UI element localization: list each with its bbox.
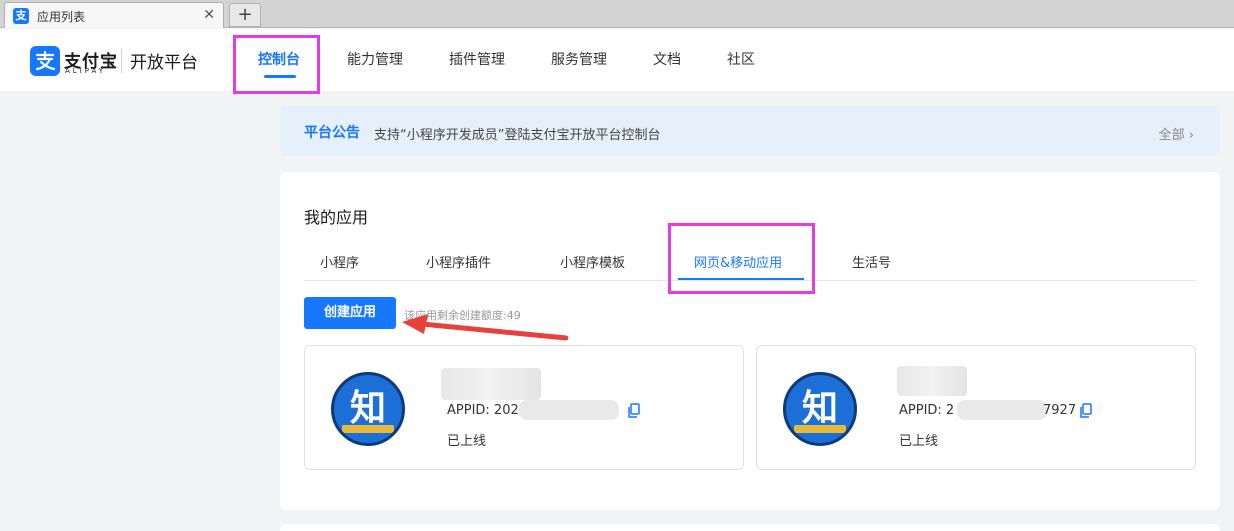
notice-title: 平台公告 <box>304 125 360 141</box>
nav-docs[interactable]: 文档 <box>653 49 681 69</box>
redacted-app-name <box>441 368 541 400</box>
app-logo-icon: 知 <box>783 372 857 446</box>
appid-label: APPID: 202 <box>447 403 519 418</box>
next-section-card <box>280 524 1220 531</box>
browser-tab[interactable]: 支 应用列表 ✕ <box>4 2 224 28</box>
tab-mini-program-plugin[interactable]: 小程序插件 <box>426 252 491 271</box>
alipay-favicon-icon: 支 <box>13 8 29 24</box>
browser-tab-title: 应用列表 <box>37 10 86 24</box>
red-arrow-annotation <box>402 314 568 341</box>
redacted-app-name <box>897 366 967 396</box>
app-logo-icon: 知 <box>331 372 405 446</box>
close-tab-icon[interactable]: ✕ <box>203 7 215 23</box>
appid-suffix: 7927 <box>1043 403 1077 418</box>
nav-service-management[interactable]: 服务管理 <box>551 49 607 69</box>
redacted-appid <box>519 400 619 420</box>
app-status: 已上线 <box>447 434 487 449</box>
platform-notice-bar: 平台公告 支持“小程序开发成员”登陆支付宝开放平台控制台 全部 › <box>280 106 1220 156</box>
nav-community[interactable]: 社区 <box>727 49 755 69</box>
tab-mini-program[interactable]: 小程序 <box>320 252 359 271</box>
logo-text-en: ALIPAY <box>65 67 107 75</box>
notice-text[interactable]: 支持“小程序开发成员”登陆支付宝开放平台控制台 <box>374 124 660 143</box>
logo-divider <box>121 49 122 73</box>
create-app-button[interactable]: 创建应用 <box>304 297 396 329</box>
app-card[interactable]: 知 APPID: 202 已上线 <box>304 345 744 470</box>
top-header: 支付宝 ALIPAY 开放平台 控制台 能力管理 插件管理 服务管理 文档 社区 <box>0 29 1234 91</box>
copy-icon[interactable] <box>1079 403 1093 419</box>
highlight-box-console <box>233 35 320 94</box>
new-tab-button[interactable]: + <box>229 3 261 27</box>
browser-tab-strip: 支 应用列表 ✕ + <box>0 0 1234 28</box>
app-card[interactable]: 知 APPID: 2 7927 已上线 <box>756 345 1196 470</box>
tab-mini-program-template[interactable]: 小程序模板 <box>560 252 625 271</box>
notice-all-link[interactable]: 全部 › <box>1159 124 1194 143</box>
my-apps-title: 我的应用 <box>304 208 369 227</box>
appid-label: APPID: 2 <box>899 403 955 418</box>
app-status: 已上线 <box>899 434 939 449</box>
highlight-box-web-mobile-tab <box>668 223 815 294</box>
nav-plugin-management[interactable]: 插件管理 <box>449 49 505 69</box>
tab-life-account[interactable]: 生活号 <box>852 252 891 271</box>
platform-title: 开放平台 <box>130 53 198 73</box>
alipay-logo-icon[interactable] <box>30 46 60 76</box>
nav-capability-management[interactable]: 能力管理 <box>347 49 403 69</box>
copy-icon[interactable] <box>627 403 641 419</box>
redacted-appid <box>957 400 1047 420</box>
